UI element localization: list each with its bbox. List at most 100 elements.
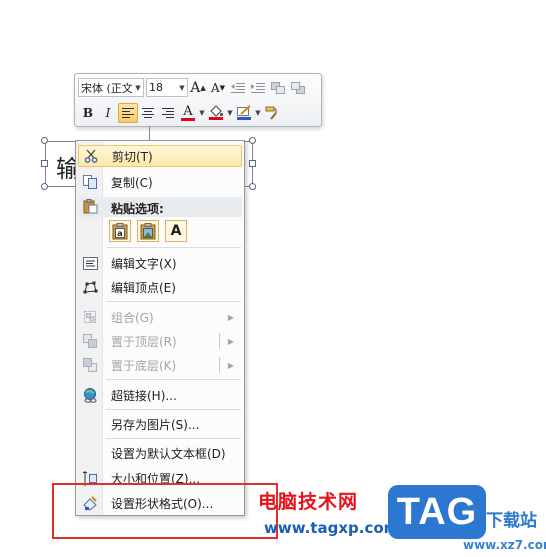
chevron-down-icon[interactable]: ▼	[226, 109, 234, 117]
menu-item-bring-to-front[interactable]: 置于顶层(R) ▶	[78, 330, 242, 352]
watermark-side-url: www.xz7.com	[463, 538, 546, 552]
fill-color-swatch	[209, 117, 223, 120]
align-center-icon	[142, 108, 154, 118]
increase-indent-button[interactable]	[248, 78, 268, 98]
decrease-indent-button[interactable]	[228, 78, 248, 98]
paste-picture-icon	[140, 222, 156, 239]
menu-separator	[106, 247, 241, 248]
menu-item-label: 复制(C)	[111, 175, 153, 190]
menu-item-edit-points[interactable]: 编辑顶点(E)	[78, 276, 242, 298]
shrink-font-icon: A	[210, 80, 220, 95]
resize-handle-top-right[interactable]	[249, 137, 256, 144]
menu-item-edit-text[interactable]: 编辑文字(X)	[78, 252, 242, 274]
resize-handle-left[interactable]	[41, 160, 48, 167]
align-center-button[interactable]	[138, 103, 158, 123]
menu-item-label: 组合(G)	[111, 310, 154, 325]
paste-text-only-button[interactable]: A	[165, 220, 187, 242]
chevron-down-icon[interactable]: ▼	[198, 109, 206, 117]
menu-item-label: 超链接(H)...	[111, 388, 177, 403]
paste-icon	[83, 199, 98, 217]
context-menu: 剪切(T) 复制(C) 粘贴选项: a A 编辑文字(X) 编辑顶点(E) 组合…	[75, 140, 245, 516]
mini-toolbar-row-1: 宋体 (正文 ▼ 18 ▼ A ▲ A ▼	[78, 77, 308, 98]
blank-icon	[78, 413, 102, 435]
watermark-url: www.tagxp.com	[264, 519, 400, 537]
font-name-combo[interactable]: 宋体 (正文 ▼	[78, 78, 144, 97]
split-divider	[219, 333, 220, 349]
format-painter-button[interactable]	[262, 103, 282, 123]
watermark-site-name: 电脑技术网	[258, 491, 359, 513]
edit-text-icon	[78, 252, 102, 274]
paste-text-only-icon: A	[170, 223, 182, 239]
paste-picture-button[interactable]	[137, 220, 159, 242]
edit-points-icon	[78, 276, 102, 298]
paste-keep-formatting-button[interactable]: a	[109, 220, 131, 242]
resize-handle-top-left[interactable]	[41, 137, 48, 144]
paint-bucket-icon	[210, 105, 223, 117]
align-left-icon	[122, 108, 134, 118]
send-backward-icon	[291, 81, 305, 94]
line-color-swatch	[237, 117, 251, 120]
mini-toolbar: 宋体 (正文 ▼ 18 ▼ A ▲ A ▼ B I A ▼ ▼ ▼	[74, 73, 322, 127]
blank-icon	[78, 442, 102, 464]
align-right-icon	[162, 108, 174, 118]
menu-item-label: 编辑顶点(E)	[111, 280, 176, 295]
resize-handle-bottom-left[interactable]	[41, 183, 48, 190]
menu-item-save-as-picture[interactable]: 另存为图片(S)...	[78, 413, 242, 435]
menu-separator	[106, 438, 241, 439]
submenu-arrow-icon: ▶	[227, 360, 234, 370]
menu-item-label: 剪切(T)	[112, 149, 153, 164]
split-divider	[219, 357, 220, 373]
align-left-button[interactable]	[118, 102, 138, 123]
resize-handle-right[interactable]	[249, 160, 256, 167]
line-color-button[interactable]	[234, 103, 254, 123]
resize-handle-bottom-right[interactable]	[249, 183, 256, 190]
font-name-value: 宋体 (正文	[81, 81, 133, 95]
font-size-combo[interactable]: 18 ▼	[146, 78, 188, 97]
italic-button[interactable]: I	[98, 103, 118, 123]
menu-separator	[106, 409, 241, 410]
font-color-icon: A	[183, 103, 193, 119]
align-right-button[interactable]	[158, 103, 178, 123]
bold-icon: B	[82, 105, 94, 120]
submenu-arrow-icon: ▶	[227, 312, 234, 322]
fill-color-button[interactable]	[206, 103, 226, 123]
bring-forward-icon	[271, 81, 285, 94]
watermark-logo-text: TAG	[396, 490, 478, 533]
mini-toolbar-row-2: B I A ▼ ▼ ▼	[78, 102, 282, 123]
paste-options-label: 粘贴选项:	[111, 202, 164, 216]
scissors-icon	[79, 145, 103, 167]
chevron-down-icon: ▼	[179, 83, 185, 92]
highlight-rectangle	[52, 483, 278, 539]
submenu-arrow-icon: ▶	[227, 336, 234, 346]
menu-item-label: 编辑文字(X)	[111, 256, 177, 271]
grow-font-button[interactable]: A ▲	[188, 78, 208, 98]
format-painter-icon	[265, 106, 277, 120]
shrink-font-button[interactable]: A ▼	[208, 78, 228, 98]
font-color-button[interactable]: A	[178, 103, 198, 123]
font-size-value: 18	[149, 81, 163, 94]
menu-item-set-default-textbox[interactable]: 设置为默认文本框(D)	[78, 442, 242, 464]
send-backward-button[interactable]	[288, 78, 308, 98]
italic-icon: I	[105, 105, 111, 120]
paste-keep-source-icon: a	[112, 222, 128, 239]
chevron-down-icon: ▼	[135, 83, 141, 92]
menu-item-copy[interactable]: 复制(C)	[78, 171, 242, 193]
menu-item-hyperlink[interactable]: 超链接(H)...	[78, 384, 242, 406]
menu-item-label: 设置为默认文本框(D)	[111, 446, 226, 461]
bring-forward-button[interactable]	[268, 78, 288, 98]
pen-outline-icon	[237, 105, 251, 116]
group-icon	[78, 306, 102, 328]
menu-item-label: 置于顶层(R)	[111, 334, 177, 349]
chevron-down-icon[interactable]: ▼	[254, 109, 262, 117]
font-color-swatch	[181, 117, 195, 121]
increase-indent-icon	[251, 82, 265, 93]
grow-font-icon: A	[190, 79, 201, 96]
copy-icon	[78, 171, 102, 193]
menu-item-label: 置于底层(K)	[111, 358, 177, 373]
menu-separator	[106, 301, 241, 302]
watermark-side-text: 下载站	[486, 511, 537, 531]
menu-item-send-to-back[interactable]: 置于底层(K) ▶	[78, 354, 242, 376]
menu-item-cut[interactable]: 剪切(T)	[78, 145, 242, 167]
bold-button[interactable]: B	[78, 103, 98, 123]
menu-item-group[interactable]: 组合(G) ▶	[78, 306, 242, 328]
